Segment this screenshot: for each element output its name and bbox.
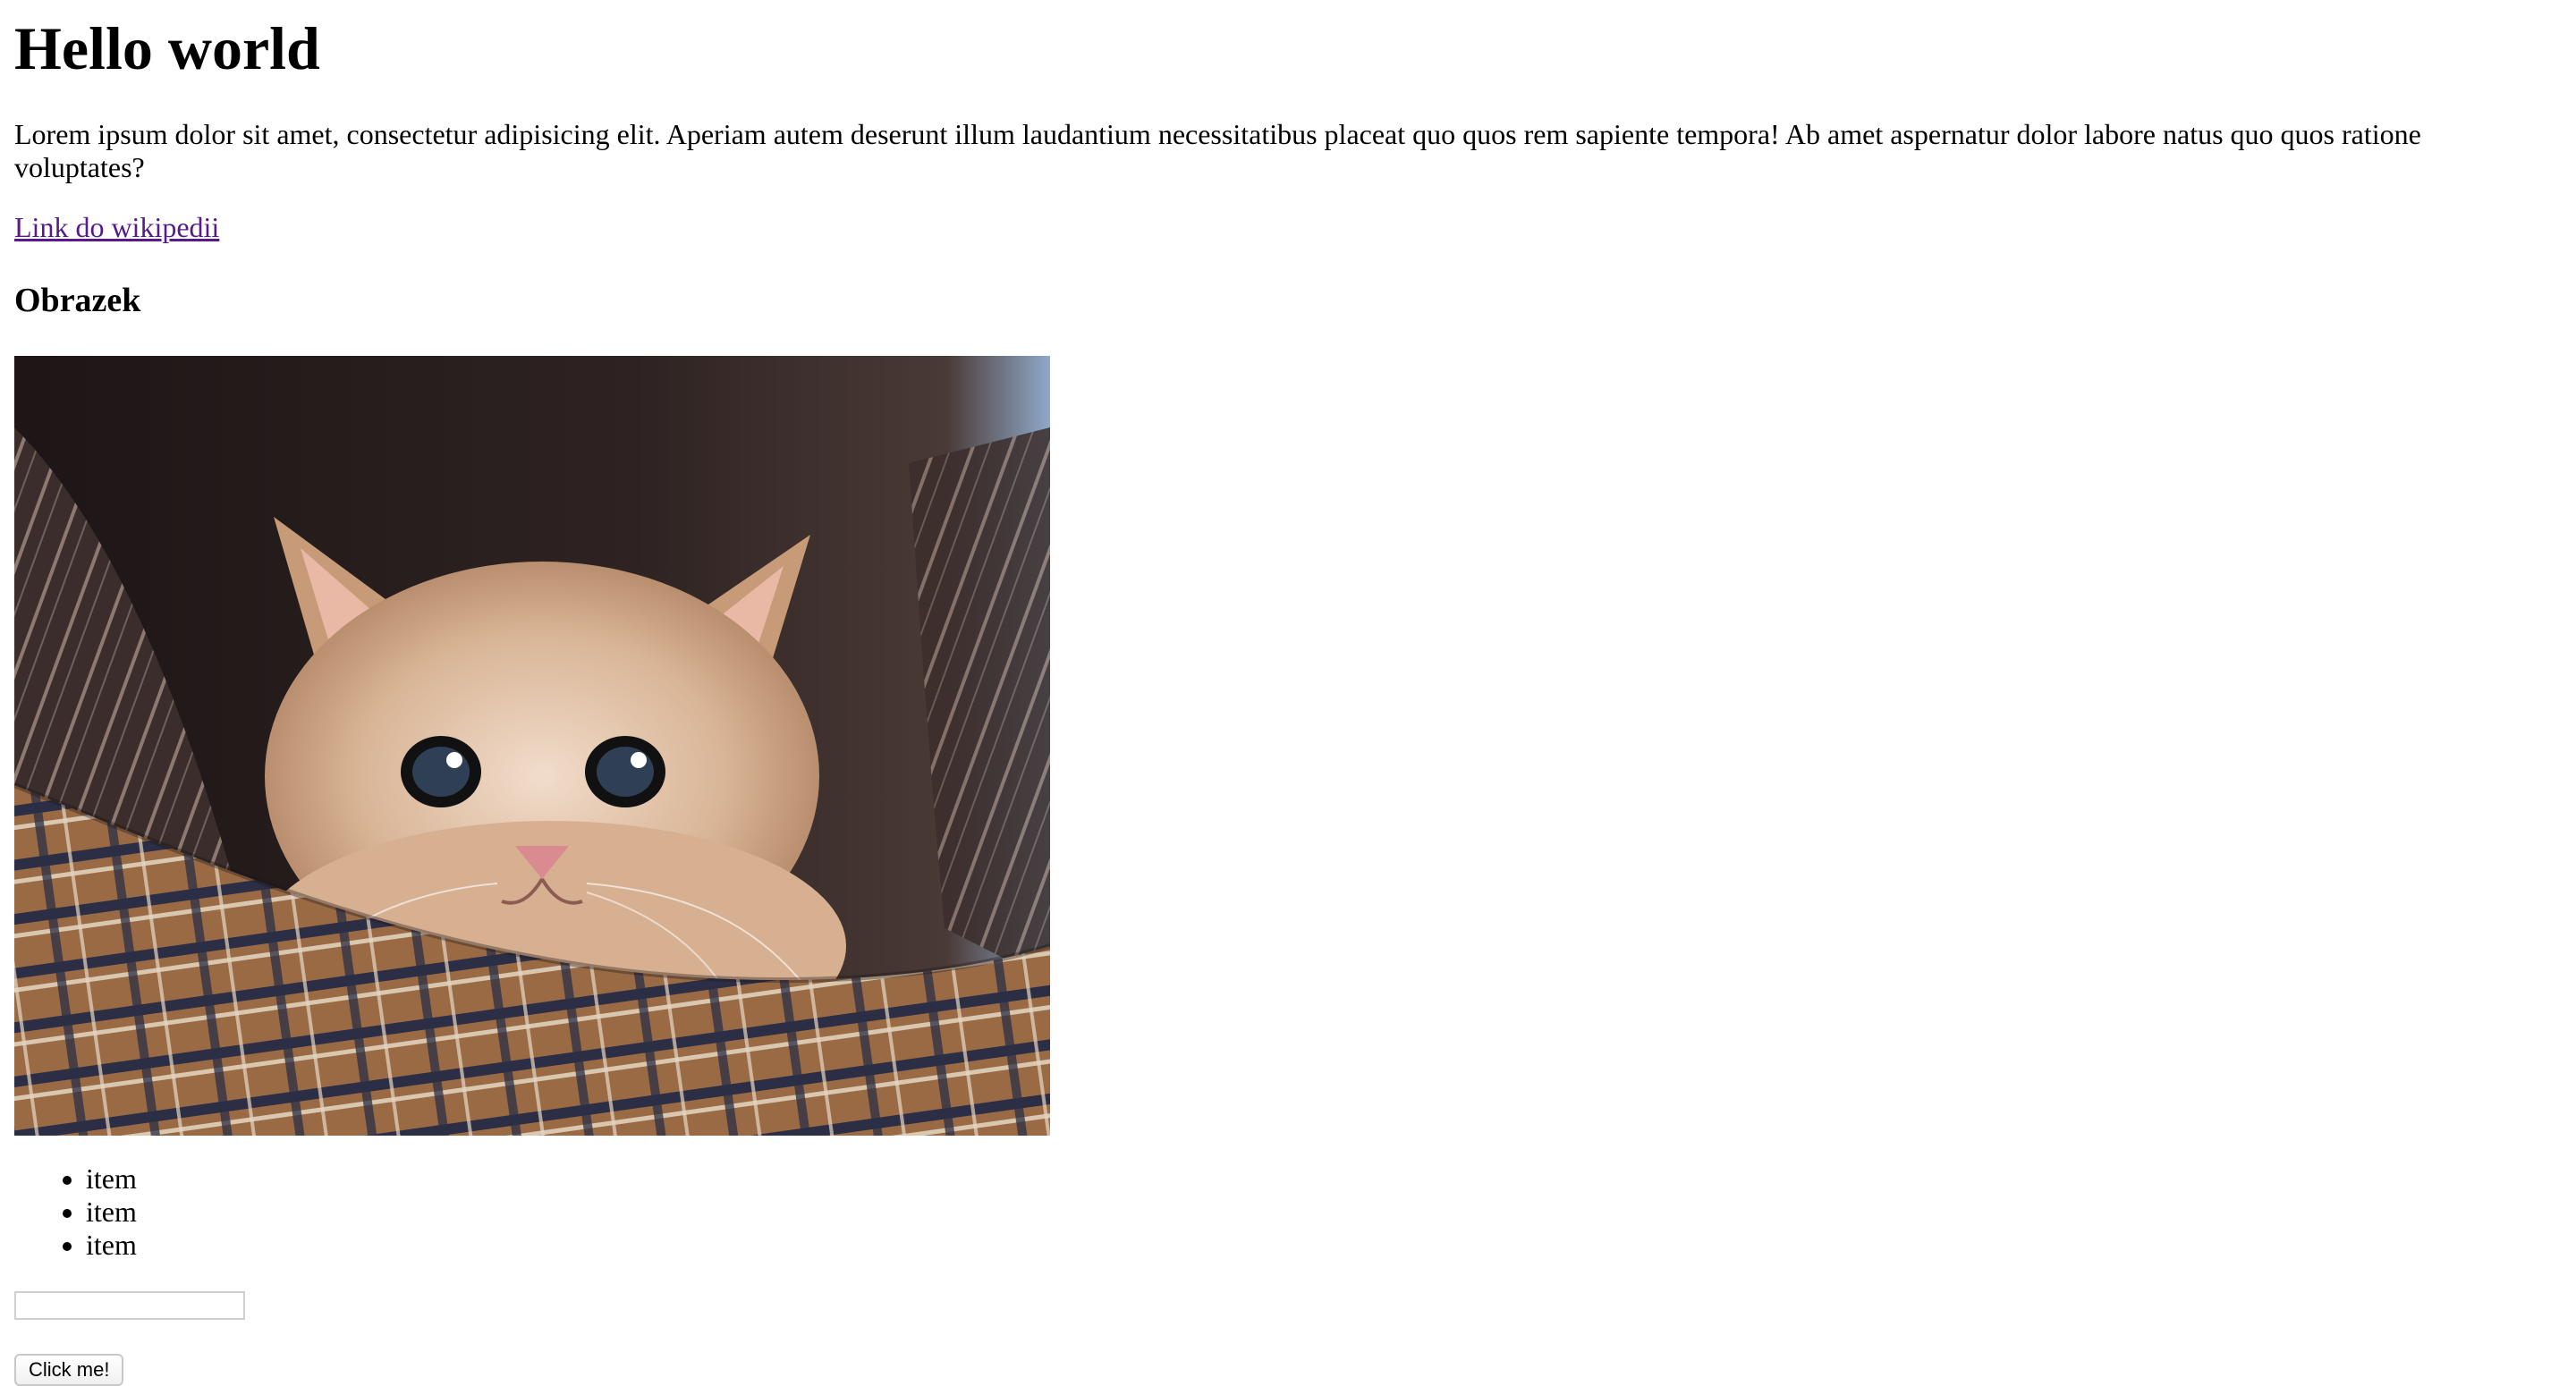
wikipedia-link[interactable]: Link do wikipedii: [14, 211, 219, 244]
item-list: item item item: [14, 1162, 137, 1262]
list-item: item: [86, 1229, 137, 1262]
list-item: item: [86, 1196, 137, 1229]
intro-paragraph: Lorem ipsum dolor sit amet, consectetur …: [14, 118, 2421, 183]
list-item: item: [86, 1162, 137, 1196]
text-input[interactable]: [14, 1291, 245, 1320]
page-heading: Hello world: [14, 14, 320, 82]
click-me-button[interactable]: Click me!: [14, 1354, 124, 1386]
kitten-image: [14, 356, 1050, 1136]
image-section-heading: Obrazek: [14, 282, 141, 319]
